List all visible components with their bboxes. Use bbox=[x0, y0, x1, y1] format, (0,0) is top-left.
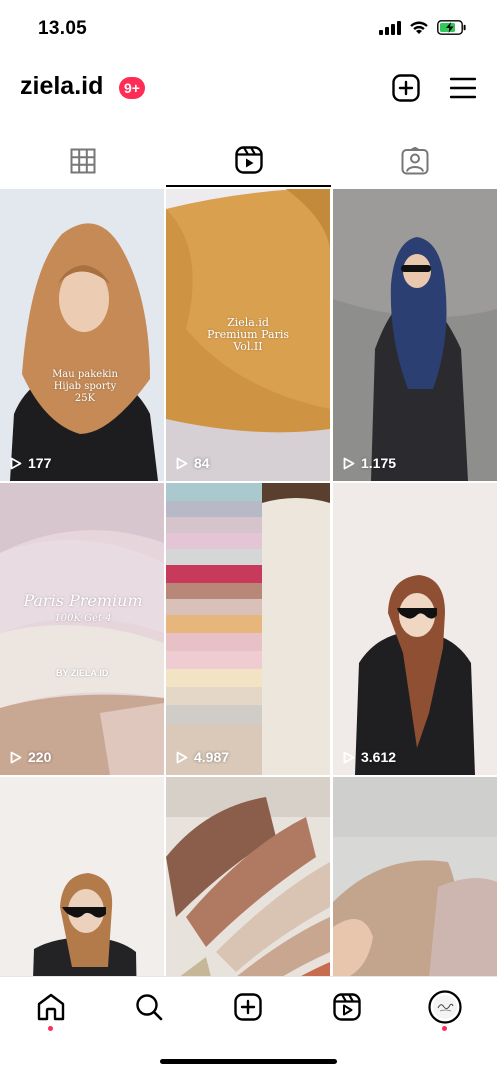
reel-caption-line: BY ZIELA.ID bbox=[56, 668, 109, 678]
status-icons bbox=[379, 20, 467, 35]
reel-view-count: 177 bbox=[10, 455, 51, 471]
reel-thumbnail-image bbox=[166, 777, 330, 976]
reel-thumbnail[interactable]: Ziela.id Premium Paris Vol.II 84 bbox=[166, 189, 330, 481]
tab-grid[interactable] bbox=[0, 135, 165, 187]
menu-button[interactable] bbox=[447, 72, 479, 104]
profile-notification-dot bbox=[442, 1026, 447, 1031]
reel-view-count: 220 bbox=[10, 749, 51, 765]
tagged-icon bbox=[401, 147, 428, 175]
play-icon bbox=[343, 457, 355, 469]
username[interactable]: ziela.id bbox=[20, 72, 103, 101]
tab-reels[interactable] bbox=[166, 135, 331, 187]
reel-thumbnail-image bbox=[0, 189, 164, 481]
reel-caption-line: Hijab sporty bbox=[53, 381, 117, 392]
notification-badge[interactable]: 9+ bbox=[119, 77, 145, 99]
cellular-signal-icon bbox=[379, 20, 401, 35]
reels-grid: Mau pakekin Hijab sporty 25K 177 Ziela.i… bbox=[0, 189, 497, 976]
play-icon bbox=[176, 457, 188, 469]
reels-icon bbox=[333, 993, 361, 1021]
profile-avatar-icon bbox=[428, 990, 462, 1024]
reel-caption-line: Vol.II bbox=[233, 340, 263, 353]
search-icon bbox=[136, 994, 163, 1021]
battery-charging-icon bbox=[437, 20, 466, 35]
view-count-text: 1.175 bbox=[361, 455, 397, 471]
play-icon bbox=[176, 751, 188, 763]
status-bar: 13.05 bbox=[0, 0, 497, 58]
reel-thumbnail[interactable] bbox=[333, 777, 497, 976]
reel-thumbnail-image bbox=[333, 483, 497, 775]
reel-thumbnail[interactable]: Mau pakekin Hijab sporty 25K 177 bbox=[0, 189, 164, 481]
view-count-text: 177 bbox=[28, 455, 52, 471]
reel-caption-line: 100K Get 4 bbox=[54, 613, 112, 624]
reel-caption: Mau pakekin Hijab sporty 25K bbox=[40, 369, 130, 405]
reel-caption: Ziela.id Premium Paris Vol.II bbox=[198, 317, 298, 353]
view-count-text: 220 bbox=[28, 749, 52, 765]
view-count-text: 84 bbox=[194, 455, 210, 471]
tab-tagged[interactable] bbox=[332, 135, 497, 187]
play-icon bbox=[343, 751, 355, 763]
nav-search[interactable] bbox=[119, 987, 179, 1027]
reel-thumbnail-image bbox=[333, 189, 497, 481]
reel-thumbnail-image bbox=[166, 483, 330, 775]
status-time: 13.05 bbox=[38, 18, 88, 39]
wifi-icon bbox=[410, 21, 428, 34]
reel-caption-line: 25K bbox=[74, 393, 96, 404]
grid-icon bbox=[70, 148, 95, 174]
nav-home[interactable] bbox=[21, 987, 81, 1027]
add-post-icon bbox=[392, 74, 420, 102]
reel-view-count: 84 bbox=[176, 455, 210, 471]
reel-caption-line: Mau pakekin bbox=[52, 369, 118, 380]
reel-caption: Paris Premium 100K Get 4 BY ZIELA.ID bbox=[18, 591, 148, 678]
reel-thumbnail[interactable]: 4.987 bbox=[166, 483, 330, 775]
reels-icon bbox=[234, 146, 263, 174]
reel-thumbnail[interactable]: 3.612 bbox=[333, 483, 497, 775]
reel-thumbnail-image bbox=[333, 777, 497, 976]
profile-header: ziela.id 9+ bbox=[0, 64, 497, 112]
home-icon bbox=[37, 993, 65, 1021]
home-notification-dot bbox=[48, 1026, 53, 1031]
profile-tabs bbox=[0, 135, 497, 187]
reel-view-count: 3.612 bbox=[343, 749, 396, 765]
view-count-text: 4.987 bbox=[194, 749, 230, 765]
add-post-button[interactable] bbox=[390, 72, 422, 104]
nav-new-post[interactable] bbox=[218, 987, 278, 1027]
reel-caption-line: Paris Premium bbox=[23, 591, 143, 610]
reel-view-count: 1.175 bbox=[343, 455, 396, 471]
reel-thumbnail-image bbox=[0, 777, 164, 976]
menu-icon bbox=[450, 77, 476, 99]
play-icon bbox=[10, 751, 22, 763]
reel-thumbnail[interactable] bbox=[166, 777, 330, 976]
home-indicator bbox=[160, 1059, 337, 1064]
view-count-text: 3.612 bbox=[361, 749, 397, 765]
nav-reels[interactable] bbox=[317, 987, 377, 1027]
reel-thumbnail[interactable]: Paris Premium 100K Get 4 BY ZIELA.ID 220 bbox=[0, 483, 164, 775]
nav-profile[interactable] bbox=[415, 987, 475, 1027]
reel-thumbnail[interactable] bbox=[0, 777, 164, 976]
reel-thumbnail[interactable]: 1.175 bbox=[333, 189, 497, 481]
reel-view-count: 4.987 bbox=[176, 749, 229, 765]
play-icon bbox=[10, 457, 22, 469]
add-post-icon bbox=[234, 993, 262, 1021]
